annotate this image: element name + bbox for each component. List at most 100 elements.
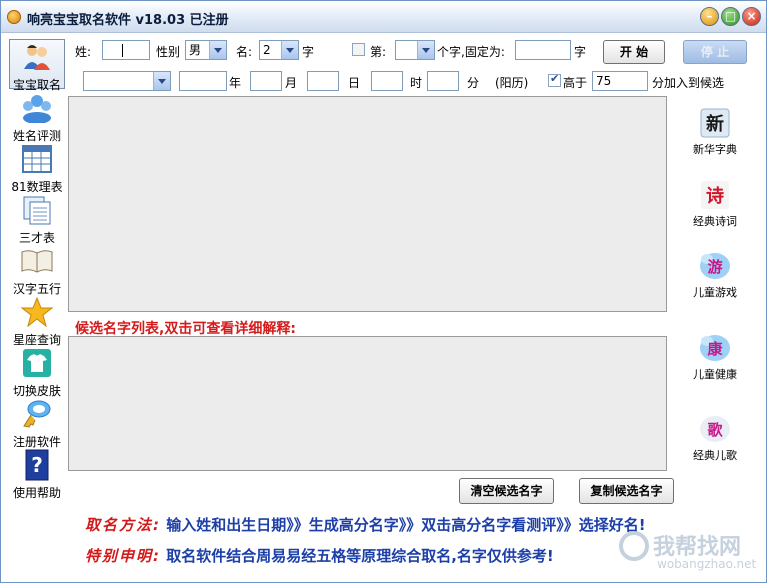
score-threshold-suffix: 分加入到候选 — [652, 76, 725, 90]
chevron-down-icon[interactable] — [209, 41, 226, 59]
calendar-type-select[interactable] — [83, 71, 171, 91]
sidebar-item-name-evaluation[interactable]: 姓名评测 — [9, 91, 65, 144]
year-field[interactable] — [179, 71, 227, 91]
sidebar-item-label: 使用帮助 — [12, 486, 61, 500]
sidebar-item-sancai-table[interactable]: 三才表 — [9, 193, 65, 246]
fixed-position-select[interactable] — [395, 40, 435, 60]
window-title: 响亮宝宝取名软件 v18.03 已注册 — [27, 13, 229, 28]
gender-select[interactable]: 男 — [185, 40, 227, 60]
svg-text:康: 康 — [707, 340, 723, 358]
svg-text:诗: 诗 — [706, 186, 724, 207]
chevron-down-icon[interactable] — [417, 41, 434, 59]
svg-text:歌: 歌 — [707, 421, 723, 439]
book-icon — [20, 244, 54, 278]
month-field[interactable] — [250, 71, 282, 91]
title-bar[interactable]: 响亮宝宝取名软件 v18.03 已注册 – □ × — [1, 1, 766, 33]
sidebar-item-help[interactable]: ? 使用帮助 — [9, 448, 65, 501]
user-group-icon — [20, 91, 54, 125]
right-item-label: 儿童游戏 — [693, 286, 737, 299]
clear-candidates-button[interactable]: 清空候选名字 — [459, 478, 554, 504]
right-item-poetry[interactable]: 诗 经典诗词 — [681, 179, 749, 229]
start-button[interactable]: 开 始 — [603, 40, 665, 64]
hour-label: 时 — [410, 76, 423, 90]
help-icon: ? — [20, 448, 54, 482]
fixed-char-label: 第: — [370, 45, 387, 59]
maximize-button[interactable]: □ — [721, 7, 740, 26]
right-item-kids-health[interactable]: 康 儿童健康 — [681, 332, 749, 382]
table-icon — [20, 142, 54, 176]
sidebar-item-baby-naming[interactable]: 宝宝取名 — [9, 39, 65, 92]
name-length-select[interactable]: 2 — [259, 40, 299, 60]
svg-text:游: 游 — [707, 258, 722, 276]
name-length-label: 名: — [236, 45, 253, 59]
gender-label: 性别 — [156, 45, 181, 59]
day-label: 日 — [348, 76, 361, 90]
key-icon — [20, 397, 54, 431]
svg-text:新: 新 — [706, 113, 724, 135]
fixed-char-field[interactable] — [515, 40, 571, 60]
app-window: 响亮宝宝取名软件 v18.03 已注册 – □ × 宝宝取名 姓名评测 81数理… — [0, 0, 767, 583]
score-threshold-value: 75 — [596, 74, 612, 88]
name-length-value: 2 — [263, 43, 271, 57]
poetry-icon: 诗 — [698, 179, 732, 211]
app-icon — [7, 10, 21, 24]
watermark-magnifier-icon — [619, 531, 649, 561]
svg-text:?: ? — [31, 453, 43, 477]
right-item-kids-games[interactable]: 游 儿童游戏 — [681, 250, 749, 300]
chevron-down-icon[interactable] — [281, 41, 298, 59]
candidate-list-title: 候选名字列表,双击可查看详细解释: — [75, 321, 296, 337]
surname-label: 姓: — [75, 45, 92, 59]
chevron-down-icon[interactable] — [153, 72, 170, 90]
month-label: 月 — [285, 76, 298, 90]
minute-label: 分 — [467, 76, 480, 90]
score-threshold-label: 高于 — [563, 76, 588, 90]
score-threshold-checkbox[interactable] — [548, 72, 561, 87]
method-note: 取名方法: 输入姓和出生日期》》生成高分名字》》双击高分名字看测评》》选择好名! — [85, 514, 646, 535]
text-cursor — [122, 44, 123, 57]
candidate-names-panel[interactable] — [68, 336, 667, 471]
sidebar-item-horoscope[interactable]: 星座查询 — [9, 295, 65, 348]
fixed-char-text: 个字,固定为: — [437, 45, 505, 59]
right-item-label: 经典儿歌 — [693, 449, 737, 462]
surname-field[interactable] — [102, 40, 150, 60]
minimize-button[interactable]: – — [700, 7, 719, 26]
right-item-label: 儿童健康 — [693, 368, 737, 381]
hour-field[interactable] — [371, 71, 403, 91]
minute-field[interactable] — [427, 71, 459, 91]
fixed-char-unit: 字 — [574, 45, 587, 59]
disclaimer-note-text: 取名软件结合周易易经五格等原理综合取名,名字仅供参考! — [166, 547, 554, 565]
site-watermark: 我帮找网 wobangzhao.net — [613, 529, 763, 575]
right-item-dictionary[interactable]: 新 新华字典 — [681, 107, 749, 157]
year-label: 年 — [229, 76, 242, 90]
sidebar-item-register[interactable]: 注册软件 — [9, 397, 65, 450]
sidebar-item-switch-skin[interactable]: 切换皮肤 — [9, 346, 65, 399]
sidebar-item-81-numerology[interactable]: 81数理表 — [9, 142, 65, 195]
songs-icon: 歌 — [698, 413, 732, 445]
right-item-nursery-rhymes[interactable]: 歌 经典儿歌 — [681, 413, 749, 463]
disclaimer-note-key: 特别申明: — [85, 547, 161, 565]
method-note-key: 取名方法: — [85, 516, 161, 534]
documents-icon — [20, 193, 54, 227]
fixed-char-checkbox[interactable] — [352, 43, 365, 56]
score-threshold-field[interactable]: 75 — [592, 71, 648, 91]
close-button[interactable]: × — [742, 7, 761, 26]
calendar-label: (阳历) — [495, 76, 529, 90]
gender-value: 男 — [189, 43, 202, 57]
right-item-label: 新华字典 — [693, 143, 737, 156]
games-icon: 游 — [698, 250, 732, 282]
people-icon — [20, 40, 54, 74]
shirt-icon — [20, 346, 54, 380]
star-icon — [20, 295, 54, 329]
disclaimer-note: 特别申明: 取名软件结合周易易经五格等原理综合取名,名字仅供参考! — [85, 545, 554, 566]
method-note-text: 输入姓和出生日期》》生成高分名字》》双击高分名字看测评》》选择好名! — [166, 516, 646, 534]
day-field[interactable] — [307, 71, 339, 91]
generated-names-panel[interactable] — [68, 96, 667, 312]
watermark-url: wobangzhao.net — [657, 557, 757, 571]
name-unit-label: 字 — [302, 45, 315, 59]
sidebar-item-five-elements[interactable]: 汉字五行 — [9, 244, 65, 297]
health-icon: 康 — [698, 332, 732, 364]
copy-candidates-button[interactable]: 复制候选名字 — [579, 478, 674, 504]
right-item-label: 经典诗词 — [693, 215, 737, 228]
stop-button[interactable]: 停 止 — [683, 40, 747, 64]
dictionary-icon: 新 — [698, 107, 732, 139]
